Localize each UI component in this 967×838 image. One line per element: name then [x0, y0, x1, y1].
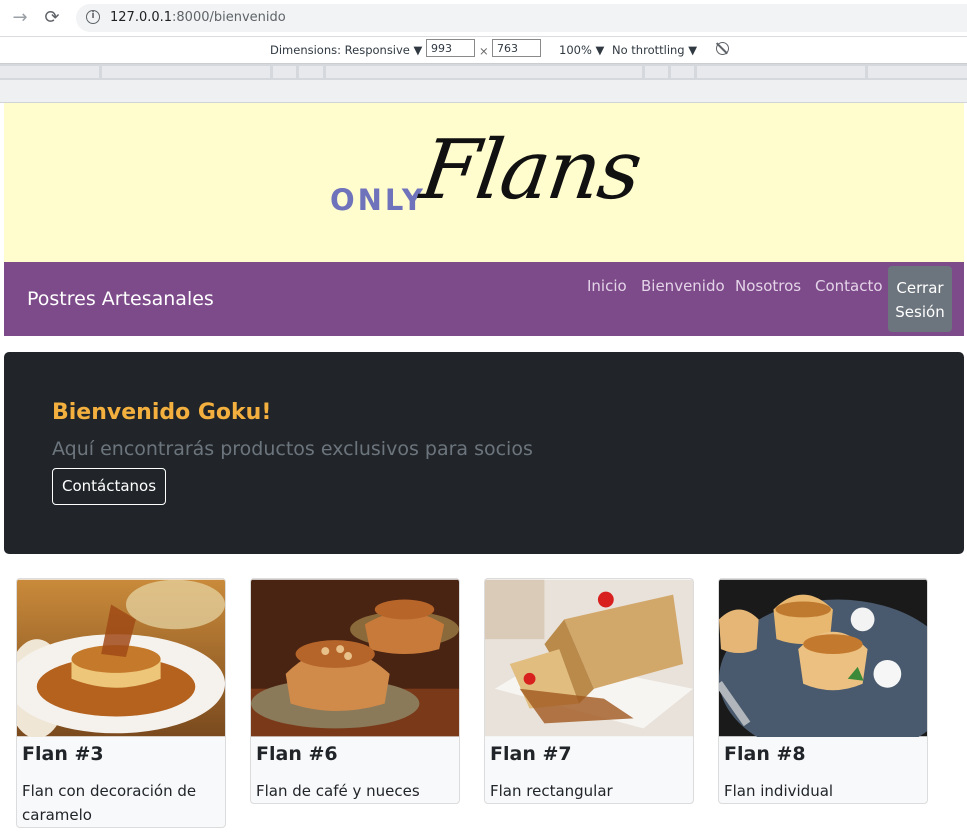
card-title: Flan #3	[22, 743, 104, 765]
flan-6-image	[251, 579, 459, 737]
url-path: :8000/bienvenido	[172, 10, 286, 25]
product-card[interactable]: Flan #8 Flan individual	[718, 578, 928, 804]
nav-link-contacto[interactable]: Contacto	[815, 277, 883, 295]
contact-button[interactable]: Contáctanos	[52, 468, 166, 505]
reload-icon[interactable]: ⟳	[42, 8, 62, 28]
device-toolbar: Dimensions: Responsive ▼ 993 × 763 100% …	[0, 37, 967, 64]
card-description: Flan de café y nueces	[256, 782, 420, 800]
logout-button[interactable]: Cerrar Sesión	[888, 266, 952, 332]
height-input[interactable]: 763	[492, 39, 541, 57]
card-title: Flan #8	[724, 743, 806, 765]
dimensions-dropdown[interactable]: Dimensions: Responsive ▼	[270, 43, 422, 57]
nav-link-bienvenido[interactable]: Bienvenido	[641, 277, 725, 295]
welcome-title: Bienvenido Goku!	[52, 400, 272, 425]
header-banner: ONLY Flans	[4, 103, 964, 262]
logout-label-line1: Cerrar	[896, 279, 944, 297]
ruler	[0, 80, 967, 103]
url-text: 127.0.0.1:8000/bienvenido	[110, 10, 286, 25]
main-navbar: Postres Artesanales Inicio Bienvenido No…	[4, 262, 964, 336]
address-bar[interactable]: i 127.0.0.1:8000/bienvenido	[76, 4, 967, 32]
width-input[interactable]: 993	[426, 39, 475, 57]
product-card[interactable]: Flan #3 Flan con decoración de caramelo	[16, 578, 226, 828]
browser-toolbar: → ⟳ i 127.0.0.1:8000/bienvenido	[0, 0, 967, 37]
site-info-icon[interactable]: i	[86, 10, 100, 24]
page-viewport: ONLY Flans Postres Artesanales Inicio Bi…	[4, 103, 964, 838]
logout-label-line2: Sesión	[895, 303, 945, 321]
throttling-dropdown[interactable]: No throttling ▼	[612, 43, 697, 57]
flan-8-image	[719, 579, 927, 737]
forward-arrow-icon[interactable]: →	[10, 8, 30, 28]
dimension-separator: ×	[479, 44, 489, 58]
welcome-jumbotron: Bienvenido Goku! Aquí encontrarás produc…	[4, 352, 964, 554]
card-title: Flan #6	[256, 743, 338, 765]
product-card[interactable]: Flan #6 Flan de café y nueces	[250, 578, 460, 804]
zoom-dropdown[interactable]: 100% ▼	[559, 43, 604, 57]
flan-3-image	[17, 579, 225, 737]
navbar-brand[interactable]: Postres Artesanales	[27, 288, 214, 310]
nav-link-nosotros[interactable]: Nosotros	[735, 277, 801, 295]
rotate-icon[interactable]	[716, 42, 729, 55]
card-description: Flan individual	[724, 782, 834, 800]
logo-flans-text: Flans	[415, 123, 646, 218]
flan-7-image	[485, 579, 693, 737]
card-description: Flan rectangular	[490, 782, 613, 800]
media-query-bar[interactable]	[0, 64, 967, 80]
product-card[interactable]: Flan #7 Flan rectangular	[484, 578, 694, 804]
url-host: 127.0.0.1	[110, 10, 173, 25]
nav-link-inicio[interactable]: Inicio	[587, 277, 627, 295]
card-title: Flan #7	[490, 743, 572, 765]
card-description: Flan con decoración de caramelo	[22, 782, 197, 824]
logo-only-text: ONLY	[330, 183, 426, 217]
welcome-subtitle: Aquí encontrarás productos exclusivos pa…	[52, 438, 533, 460]
